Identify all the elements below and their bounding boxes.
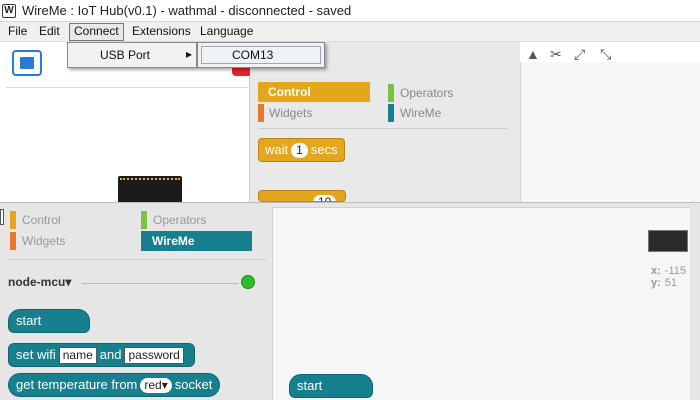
app-icon: W: [2, 4, 16, 18]
bg-category-divider: [258, 128, 508, 129]
category-widgets-label: Widgets: [22, 234, 66, 248]
script-area[interactable]: x: -115 y: 51 start: [272, 207, 690, 400]
set-wifi-block[interactable]: set wifi name and password: [8, 343, 195, 367]
repeat-value[interactable]: 10: [313, 195, 337, 201]
wifi-password-field[interactable]: password: [124, 347, 184, 364]
chevron-down-icon: ▾: [65, 275, 72, 289]
wait-block[interactable]: wait 1 secs: [258, 138, 345, 162]
category-operators[interactable]: Operators: [141, 211, 261, 229]
stage-board-sprite[interactable]: [118, 176, 182, 204]
wireme-window: Control Operators Widgets WireMe node-mc…: [0, 202, 700, 400]
x-value: -115: [664, 265, 686, 277]
script-start-block[interactable]: start: [289, 374, 373, 398]
script-start-label: start: [297, 378, 323, 393]
menu-bar: File Edit Connect Extensions Language: [0, 22, 700, 42]
bg-wireme-swatch: [388, 104, 394, 122]
bg-widgets-swatch: [258, 104, 264, 122]
connect-menu: USB Port ▸: [67, 42, 197, 68]
socket-chevron-icon: ▾: [161, 378, 168, 392]
fullscreen-button[interactable]: [12, 50, 42, 76]
fullscreen-icon: [20, 57, 34, 69]
menu-language[interactable]: Language: [196, 23, 257, 41]
device-separator: [82, 283, 238, 284]
menu-file[interactable]: File: [4, 23, 31, 41]
socket-label: socket: [174, 377, 213, 392]
bg-category-widgets[interactable]: Widgets: [269, 106, 312, 120]
repeat-block[interactable]: 10: [258, 190, 347, 202]
board-pins: [120, 178, 180, 182]
x-coordinate: x: -115: [651, 265, 686, 277]
wait-label: wait: [265, 142, 289, 157]
x-label: x:: [651, 265, 661, 277]
menu-extensions[interactable]: Extensions: [128, 23, 195, 41]
start-block[interactable]: start: [8, 309, 90, 333]
category-operators-label: Operators: [153, 213, 207, 227]
start-block-label: start: [16, 313, 42, 328]
submenu-arrow-icon: ▸: [186, 47, 193, 61]
bg-operators-swatch: [388, 84, 394, 102]
port-com13[interactable]: COM13: [201, 46, 321, 64]
connection-status-indicator: [241, 275, 255, 289]
cut-icon[interactable]: ✂: [550, 46, 562, 63]
bg-category-operators[interactable]: Operators: [400, 86, 453, 100]
menu-connect[interactable]: Connect: [69, 23, 124, 41]
y-label: y:: [651, 277, 661, 289]
and-label: and: [99, 347, 122, 362]
background-script-area: [520, 62, 700, 202]
set-wifi-label: set wifi: [16, 347, 56, 362]
bg-category-control-label: Control: [268, 85, 311, 99]
operators-swatch: [141, 211, 147, 229]
widgets-swatch: [10, 232, 16, 250]
get-temperature-label: get temperature from: [16, 377, 138, 392]
menu-edit[interactable]: Edit: [35, 23, 64, 41]
y-value: 51: [664, 277, 678, 289]
port-com13-label: COM13: [232, 48, 274, 62]
device-dropdown[interactable]: node-mcu▾: [8, 275, 71, 289]
category-divider: [8, 259, 266, 260]
window-title: WireMe : IoT Hub(v0.1) - wathmal - disco…: [22, 3, 352, 18]
category-control[interactable]: Control: [10, 211, 130, 229]
usb-port-submenu: COM13: [197, 42, 325, 68]
expand-icon[interactable]: ⤢: [574, 46, 585, 63]
bg-category-control[interactable]: Control: [258, 82, 370, 102]
get-temperature-block[interactable]: get temperature from red▾ socket: [8, 373, 221, 397]
wireme-palette: Control Operators Widgets WireMe node-mc…: [0, 203, 272, 400]
bg-category-wireme[interactable]: WireMe: [400, 106, 441, 120]
wifi-name-field[interactable]: name: [58, 347, 97, 364]
category-wireme[interactable]: WireMe: [141, 231, 252, 251]
device-name: node-mcu: [8, 275, 66, 289]
device-selector-row: node-mcu▾: [8, 275, 264, 293]
socket-dropdown[interactable]: red▾: [140, 378, 172, 393]
control-swatch: [10, 211, 16, 229]
wait-secs-label: secs: [310, 142, 338, 157]
wait-value[interactable]: 1: [291, 143, 308, 158]
window-edge-marker: [0, 209, 4, 225]
y-coordinate: y: 51: [651, 277, 677, 289]
category-control-label: Control: [22, 213, 61, 227]
menu-usb-port[interactable]: USB Port: [100, 48, 150, 62]
socket-value: red: [144, 378, 162, 392]
title-bar: W WireMe : IoT Hub(v0.1) - wathmal - dis…: [0, 0, 700, 22]
shrink-icon[interactable]: ⤡: [600, 46, 611, 63]
sprite-thumbnail[interactable]: [648, 230, 688, 252]
stamp-icon[interactable]: ▲: [526, 46, 540, 62]
category-widgets[interactable]: Widgets: [10, 232, 130, 250]
